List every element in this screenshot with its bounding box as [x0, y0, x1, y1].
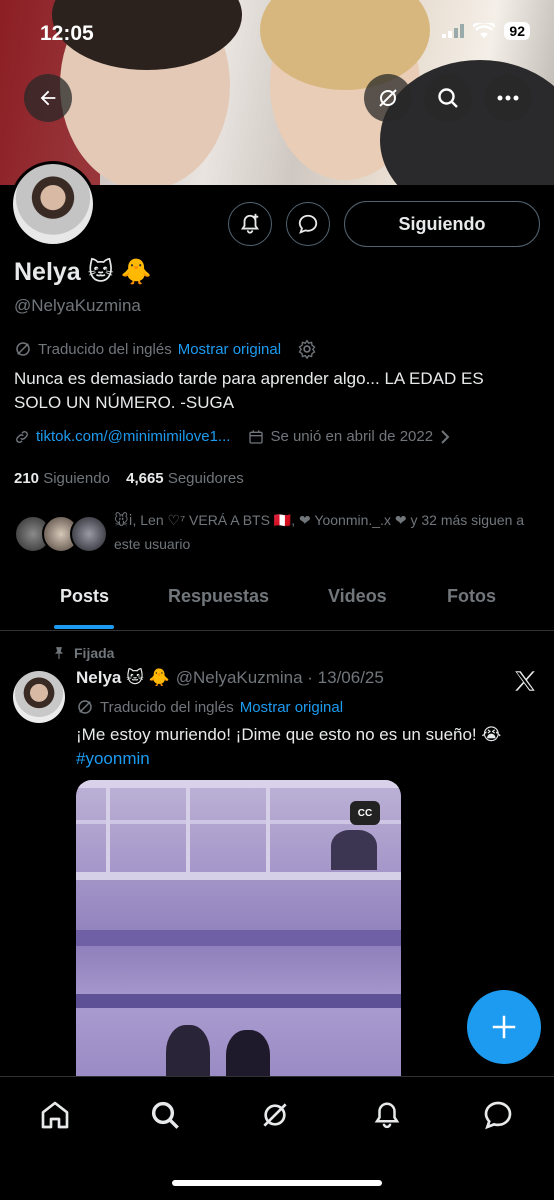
- status-icons: 92: [442, 22, 530, 40]
- gear-icon[interactable]: [297, 339, 317, 359]
- tab-videos[interactable]: Videos: [328, 586, 387, 607]
- show-original-link[interactable]: Mostrar original: [178, 341, 281, 358]
- post-text: ¡Me estoy muriendo! ¡Dime que esto no es…: [76, 723, 536, 771]
- translated-label: Traducido del inglés: [100, 698, 234, 716]
- tab-posts[interactable]: Posts: [60, 586, 109, 607]
- joined-date: Se unió en abril de 2022: [270, 428, 434, 445]
- link-icon: [16, 430, 28, 443]
- following-stat[interactable]: 210 Siguiendo: [14, 470, 110, 487]
- followers-stat[interactable]: 4,665 Seguidores: [126, 470, 244, 487]
- battery-indicator: 92: [504, 22, 530, 40]
- followed-by-avatars[interactable]: [14, 515, 108, 555]
- post-author[interactable]: Nelya 🐱 🐥: [76, 668, 170, 688]
- post-body: ¡Me estoy muriendo! ¡Dime que esto no es…: [76, 725, 502, 744]
- message-button[interactable]: [286, 202, 330, 246]
- post-video[interactable]: CC: [76, 780, 401, 1080]
- notify-button[interactable]: [228, 202, 272, 246]
- profile-avatar[interactable]: [10, 161, 96, 247]
- search-icon: [151, 1101, 179, 1129]
- nav-messages[interactable]: [478, 1095, 518, 1135]
- pin-icon: [54, 647, 64, 659]
- search-icon: [438, 88, 458, 108]
- bio-translation-row: Traducido del inglés Mostrar original: [14, 339, 317, 359]
- chevron-right-icon[interactable]: [439, 429, 451, 444]
- tab-replies[interactable]: Respuestas: [168, 586, 269, 607]
- tab-photos[interactable]: Fotos: [447, 586, 496, 607]
- plus-icon: [492, 1015, 516, 1039]
- post-translation-row: Traducido del inglés Mostrar original: [76, 698, 343, 716]
- profile-tabs: Posts Respuestas Videos Fotos: [0, 574, 554, 631]
- show-original-link[interactable]: Mostrar original: [240, 699, 343, 716]
- home-icon: [41, 1101, 69, 1129]
- post-header: Nelya 🐱 🐥 @NelyaKuzmina · 13/06/25: [76, 668, 384, 688]
- post-avatar[interactable]: [13, 671, 65, 723]
- grok-button[interactable]: [364, 74, 412, 122]
- tab-underline: [54, 625, 114, 629]
- home-indicator: [172, 1180, 382, 1186]
- translate-icon: [78, 700, 92, 714]
- profile-bio: Nunca es demasiado tarde para aprender a…: [14, 369, 484, 412]
- grok-icon: [263, 1103, 287, 1127]
- nav-home[interactable]: [35, 1095, 75, 1135]
- grok-icon: [379, 89, 397, 107]
- nav-grok[interactable]: [255, 1095, 295, 1135]
- pinned-indicator: Fijada: [52, 645, 114, 661]
- calendar-icon: [249, 429, 264, 444]
- translated-label: Traducido del inglés: [38, 340, 172, 358]
- compose-button[interactable]: [467, 990, 541, 1064]
- translate-icon: [16, 342, 30, 356]
- x-logo-icon: [515, 671, 535, 691]
- profile-stats: 210 Siguiendo 4,665 Seguidores: [14, 470, 244, 487]
- arrow-left-icon: [40, 90, 56, 106]
- message-icon: [484, 1101, 512, 1130]
- post-hashtag[interactable]: #yoonmin: [76, 747, 536, 771]
- nav-notifications[interactable]: [367, 1095, 407, 1135]
- post-handle-date[interactable]: @NelyaKuzmina · 13/06/25: [176, 668, 384, 688]
- more-icon: [497, 95, 519, 101]
- followed-by-text[interactable]: 🐭ⅰ, Len ♡⁷ VERÁ A BTS 🇵🇪, ❤ Yoonmin._.x …: [114, 508, 539, 556]
- bell-plus-icon: [240, 213, 260, 234]
- following-button[interactable]: Siguiendo: [344, 201, 540, 247]
- captions-badge[interactable]: CC: [350, 801, 380, 825]
- bell-icon: [374, 1102, 400, 1129]
- nav-search[interactable]: [145, 1095, 185, 1135]
- profile-link[interactable]: tiktok.com/@minimimilove1...: [36, 428, 230, 445]
- wifi-icon: [473, 23, 496, 38]
- more-button[interactable]: [484, 74, 532, 122]
- profile-handle: @NelyaKuzmina: [14, 296, 141, 315]
- profile-meta: tiktok.com/@minimimilove1... Se unió en …: [14, 428, 451, 445]
- signal-icon: [442, 24, 465, 38]
- profile-name: Nelya 🐱 🐥: [14, 258, 152, 286]
- status-time: 12:05: [40, 22, 94, 45]
- message-icon: [298, 214, 318, 234]
- search-button[interactable]: [424, 74, 472, 122]
- back-button[interactable]: [24, 74, 72, 122]
- avatar: [70, 515, 108, 553]
